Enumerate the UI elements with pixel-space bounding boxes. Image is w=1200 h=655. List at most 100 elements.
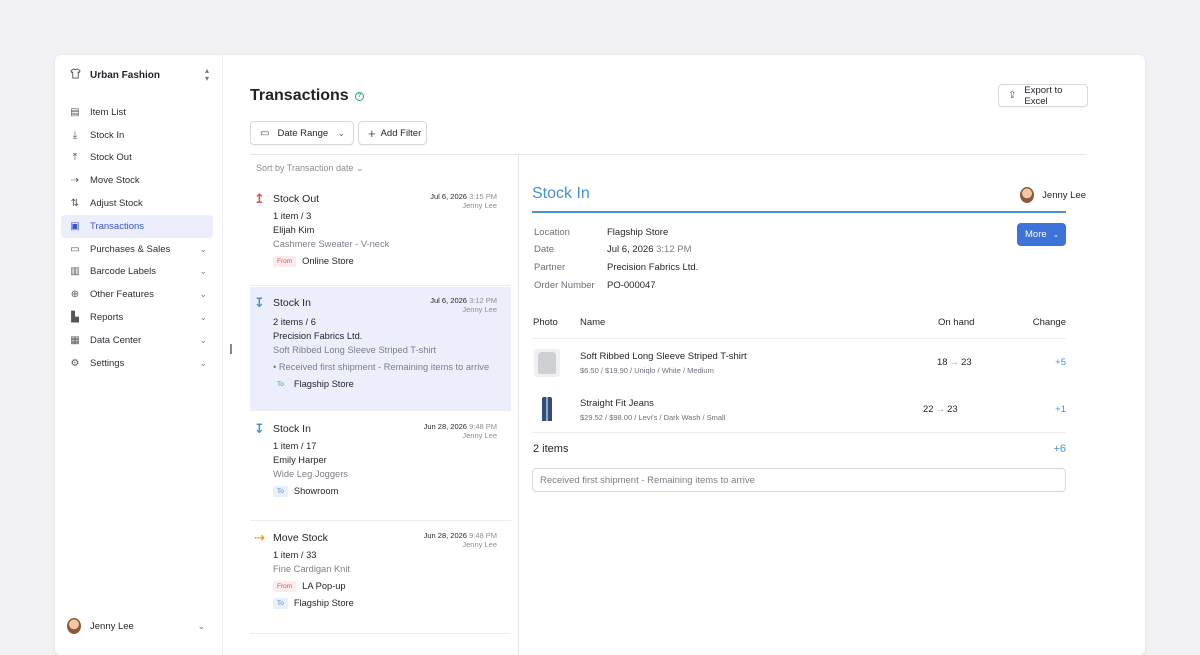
change-value: +1 — [1055, 404, 1066, 415]
location-value: Showroom — [293, 486, 339, 496]
sidebar-nav: ▤ Item List ⤓ Stock In ⤒ Stock Out ⇢ Move St… — [61, 101, 213, 375]
resize-handle[interactable] — [230, 344, 232, 354]
on-hand-to: 23 — [961, 357, 972, 368]
column-header-on-hand: On hand — [938, 317, 975, 328]
sidebar-item-data-center[interactable]: ▦ Data Center ⌄ — [61, 329, 213, 352]
transaction-partner: Elijah Kim — [273, 225, 315, 235]
time-value: 9:48 PM — [469, 422, 497, 431]
date-range-filter[interactable]: ▭ Date Range ⌄ — [250, 121, 354, 145]
date-value: Jul 6, 2026 — [430, 192, 467, 201]
plus-icon: + — [368, 125, 376, 141]
chevron-down-icon: ⌄ — [199, 334, 207, 345]
location-value: LA Pop-up — [302, 581, 346, 591]
transaction-user: Jenny Lee — [462, 540, 497, 549]
sidebar-item-label: Reports — [90, 312, 124, 324]
sidebar-item-transactions[interactable]: ▣ Transactions — [61, 214, 213, 238]
user-name: Jenny Lee — [90, 620, 134, 632]
chevron-down-icon: ⌄ — [199, 289, 207, 300]
more-button[interactable]: More ⌄ — [1017, 223, 1066, 246]
sidebar-item-settings[interactable]: ⚙ Settings ⌄ — [61, 352, 213, 375]
on-hand-value: 18 → 23 — [937, 357, 972, 368]
field-value: Jul 6, 2026 3:12 PM — [607, 244, 692, 255]
jeans-image — [542, 397, 552, 421]
move-stock-icon: ⇢ — [254, 530, 265, 545]
transaction-from-location: From LA Pop-up — [273, 581, 346, 593]
sidebar-item-stock-out[interactable]: ⤒ Stock Out — [61, 147, 213, 170]
sidebar-item-label: Other Features — [90, 289, 154, 301]
transaction-list: Sort by Transaction date ⌄ ↥ Stock Out J… — [250, 155, 519, 655]
item-photo[interactable] — [534, 395, 560, 423]
transaction-partner: Emily Harper — [273, 455, 327, 465]
sidebar-item-barcode-labels[interactable]: ▥ Barcode Labels ⌄ — [61, 261, 213, 284]
database-icon: ▦ — [70, 334, 80, 346]
arrow-right-icon: ⇢ — [70, 175, 80, 187]
export-to-excel-button[interactable]: ⇪ Export to Excel — [998, 84, 1088, 107]
sidebar-item-label: Adjust Stock — [90, 198, 143, 210]
note-value: Received first shipment - Remaining item… — [278, 362, 490, 372]
sidebar-item-purchases-sales[interactable]: ▭ Purchases & Sales ⌄ — [61, 238, 213, 261]
stock-in-icon: ↧ — [254, 295, 265, 310]
transaction-note: • Received first shipment - Remaining it… — [273, 362, 490, 372]
items-total: 2 items — [533, 443, 569, 455]
add-filter-label: Add Filter — [380, 127, 422, 139]
chevron-down-icon: ⌄ — [337, 127, 345, 138]
transaction-item[interactable]: ↥ Stock Out Jul 6, 2026 3:15 PM Jenny Le… — [250, 183, 511, 286]
transaction-to-location: To Flagship Store — [273, 598, 354, 610]
transaction-item-name: Fine Cardigan Knit — [273, 564, 350, 574]
transaction-item-name: Soft Ribbed Long Sleeve Striped T-shirt — [273, 345, 437, 355]
export-label: Export to Excel — [1024, 84, 1063, 107]
item-name[interactable]: Straight Fit Jeans — [580, 398, 654, 409]
sidebar-item-other-features[interactable]: ⊕ Other Features ⌄ — [61, 283, 213, 306]
sidebar-item-reports[interactable]: ▙ Reports ⌄ — [61, 306, 213, 329]
export-icon: ⇪ — [1008, 90, 1017, 101]
sidebar-item-stock-in[interactable]: ⤓ Stock In — [61, 124, 213, 147]
note-field[interactable]: Received first shipment - Remaining item… — [532, 468, 1066, 492]
updown-chevron-icon: ▴ ▾ — [204, 66, 209, 83]
transaction-item[interactable]: ↧ Stock In Jun 28, 2026 9:48 PM Jenny Le… — [250, 413, 511, 521]
shirt-image — [538, 352, 556, 374]
sidebar-item-adjust-stock[interactable]: ⇅ Adjust Stock — [61, 192, 213, 215]
sidebar-item-item-list[interactable]: ▤ Item List — [61, 101, 213, 124]
sidebar-item-move-stock[interactable]: ⇢ Move Stock — [61, 169, 213, 192]
chevron-down-icon: ⌄ — [199, 357, 207, 368]
total-change: +6 — [1053, 443, 1066, 455]
page-title: Transactions — [250, 87, 349, 104]
transaction-item-selected[interactable]: ↧ Stock In Jul 6, 2026 3:12 PM Jenny Lee… — [250, 287, 511, 411]
on-hand-from: 22 — [923, 404, 934, 415]
time-value: 3:12 PM — [656, 244, 692, 255]
transaction-item-name: Cashmere Sweater - V-neck — [273, 239, 390, 249]
sort-dropdown[interactable]: Sort by Transaction date ⌄ — [256, 163, 364, 174]
item-photo[interactable] — [534, 349, 560, 377]
arrow-down-icon: ⤓ — [72, 129, 78, 141]
date-value: Jul 6, 2026 — [607, 244, 654, 255]
sidebar-item-label: Barcode Labels — [90, 266, 157, 278]
chevron-down-icon: ⌄ — [356, 163, 364, 173]
sidebar-item-label: Purchases & Sales — [90, 243, 171, 255]
transaction-type: Stock In — [273, 423, 311, 435]
date-value: Jun 28, 2026 — [423, 422, 467, 431]
user-menu[interactable]: Jenny Lee ⌄ — [67, 617, 209, 635]
transaction-location: To Flagship Store — [273, 379, 354, 391]
date-value: Jun 28, 2026 — [423, 531, 467, 540]
document-icon: ▭ — [70, 243, 80, 255]
swap-icon: ⇅ — [70, 198, 80, 210]
location-value: Flagship Store — [293, 598, 354, 608]
chevron-down-icon: ⌄ — [197, 620, 205, 631]
transaction-detail-panel: Stock In Jenny Lee More ⌄ Location Flagshi… — [520, 155, 1092, 655]
help-icon[interactable]: ? — [355, 92, 364, 101]
stock-in-icon: ↧ — [254, 421, 265, 436]
to-tag: To — [273, 379, 288, 391]
workspace-switcher[interactable]: Urban Fashion ▴ ▾ — [69, 67, 209, 83]
item-meta: $6.50 / $19.90 / Uniqlo / White / Medium — [580, 366, 714, 375]
transaction-type: Stock Out — [273, 193, 320, 205]
add-filter-button[interactable]: + Add Filter — [358, 121, 427, 145]
item-name[interactable]: Soft Ribbed Long Sleeve Striped T-shirt — [580, 351, 747, 362]
transaction-item-name: Wide Leg Joggers — [273, 469, 348, 479]
gear-icon: ⚙ — [70, 357, 80, 369]
date-range-label: Date Range — [277, 127, 329, 139]
plus-circle-icon: ⊕ — [70, 289, 80, 301]
stock-out-icon: ↥ — [254, 191, 265, 206]
transaction-item[interactable]: ⇢ Move Stock Jun 28, 2026 9:48 PM Jenny … — [250, 522, 511, 634]
field-value: Flagship Store — [607, 227, 669, 238]
detail-user: Jenny Lee — [1020, 187, 1086, 203]
